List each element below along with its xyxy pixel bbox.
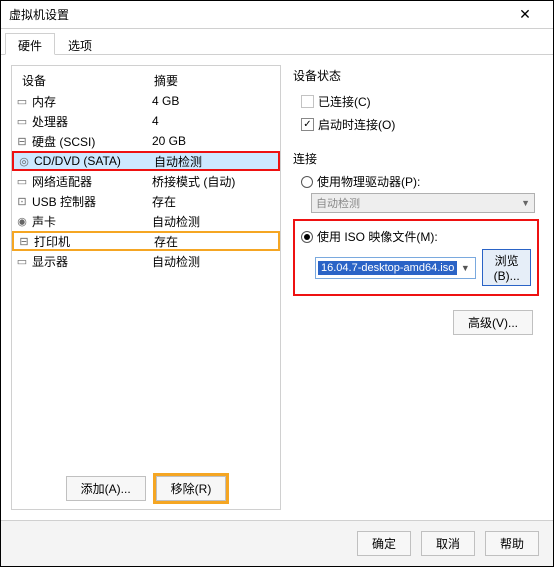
iso-area: 使用 ISO 映像文件(M): 16.04.7-desktop-amd64.is… bbox=[293, 219, 539, 296]
sound-icon: ◉ bbox=[14, 215, 30, 228]
add-button[interactable]: 添加(A)... bbox=[66, 476, 146, 501]
list-item-cddvd[interactable]: ◎ CD/DVD (SATA) 自动检测 bbox=[12, 151, 280, 171]
cancel-button[interactable]: 取消 bbox=[421, 531, 475, 556]
radio-icon bbox=[301, 176, 313, 188]
device-summary: 自动检测 bbox=[152, 213, 278, 230]
device-summary: 存在 bbox=[152, 193, 278, 210]
chevron-down-icon: ▼ bbox=[457, 263, 473, 273]
dialog-body: 设备 摘要 ▭ 内存 4 GB ▭ 处理器 4 ⊟ bbox=[1, 55, 553, 520]
device-name: 内存 bbox=[30, 93, 152, 110]
device-name: 声卡 bbox=[30, 213, 152, 230]
checkbox-icon: ✓ bbox=[301, 118, 314, 131]
add-button-label: 添加(A)... bbox=[81, 482, 131, 496]
device-summary: 20 GB bbox=[152, 134, 278, 148]
hardware-panel: 设备 摘要 ▭ 内存 4 GB ▭ 处理器 4 ⊟ bbox=[11, 65, 281, 510]
connection-group: 连接 使用物理驱动器(P): 自动检测 ▼ 使用 ISO 映像文件(M): bbox=[293, 150, 539, 335]
memory-icon: ▭ bbox=[14, 95, 30, 108]
ok-button[interactable]: 确定 bbox=[357, 531, 411, 556]
hardware-header: 设备 摘要 bbox=[12, 66, 280, 91]
connection-title: 连接 bbox=[293, 150, 539, 167]
disc-icon: ◎ bbox=[16, 155, 32, 168]
radio-icon bbox=[301, 231, 313, 243]
use-physical-row[interactable]: 使用物理驱动器(P): bbox=[301, 173, 539, 190]
list-item[interactable]: ▭ 处理器 4 bbox=[12, 111, 280, 131]
network-icon: ▭ bbox=[14, 175, 30, 188]
titlebar: 虚拟机设置 ✕ bbox=[1, 1, 553, 29]
display-icon: ▭ bbox=[14, 255, 30, 268]
help-button[interactable]: 帮助 bbox=[485, 531, 539, 556]
device-name: 硬盘 (SCSI) bbox=[30, 133, 152, 150]
advanced-button[interactable]: 高级(V)... bbox=[453, 310, 533, 335]
col-summary: 摘要 bbox=[154, 72, 276, 89]
device-name: 网络适配器 bbox=[30, 173, 152, 190]
device-summary: 自动检测 bbox=[152, 253, 278, 270]
list-item[interactable]: ▭ 网络适配器 桥接模式 (自动) bbox=[12, 171, 280, 191]
tab-strip: 硬件 选项 bbox=[1, 29, 553, 55]
device-name: CD/DVD (SATA) bbox=[32, 154, 154, 168]
list-item[interactable]: ▭ 显示器 自动检测 bbox=[12, 251, 280, 271]
tab-options[interactable]: 选项 bbox=[55, 33, 105, 54]
device-summary: 桥接模式 (自动) bbox=[152, 173, 278, 190]
hardware-buttons: 添加(A)... 移除(R) bbox=[12, 468, 280, 509]
connected-label: 已连接(C) bbox=[318, 93, 371, 110]
use-iso-row[interactable]: 使用 ISO 映像文件(M): bbox=[301, 228, 531, 245]
list-item[interactable]: ◉ 声卡 自动检测 bbox=[12, 211, 280, 231]
device-name: 显示器 bbox=[30, 253, 152, 270]
iso-path-dropdown[interactable]: 16.04.7-desktop-amd64.iso ▼ bbox=[315, 257, 476, 279]
connected-row[interactable]: 已连接(C) bbox=[301, 93, 539, 110]
connect-at-power-on-label: 启动时连接(O) bbox=[318, 116, 395, 133]
device-summary: 4 GB bbox=[152, 94, 278, 108]
usb-icon: ⊡ bbox=[14, 195, 30, 208]
device-summary: 存在 bbox=[154, 233, 276, 250]
chevron-down-icon: ▼ bbox=[521, 198, 530, 208]
device-name: 处理器 bbox=[30, 113, 152, 130]
col-device: 设备 bbox=[16, 72, 154, 89]
columns: 设备 摘要 ▭ 内存 4 GB ▭ 处理器 4 ⊟ bbox=[11, 65, 543, 510]
use-physical-label: 使用物理驱动器(P): bbox=[317, 173, 420, 190]
iso-dropdown-row: 16.04.7-desktop-amd64.iso ▼ 浏览(B)... bbox=[315, 249, 531, 286]
list-item[interactable]: ⊟ 硬盘 (SCSI) 20 GB bbox=[12, 131, 280, 151]
browse-button[interactable]: 浏览(B)... bbox=[482, 249, 531, 286]
advanced-row: 高级(V)... bbox=[293, 310, 539, 335]
device-name: 打印机 bbox=[32, 233, 154, 250]
device-status-title: 设备状态 bbox=[293, 67, 539, 84]
connect-at-power-on-row[interactable]: ✓ 启动时连接(O) bbox=[301, 116, 539, 133]
physical-drive-dropdown: 自动检测 ▼ bbox=[311, 193, 535, 213]
tab-hardware[interactable]: 硬件 bbox=[5, 33, 55, 55]
hardware-list[interactable]: ▭ 内存 4 GB ▭ 处理器 4 ⊟ 硬盘 (SCSI) 20 GB bbox=[12, 91, 280, 468]
help-label: 帮助 bbox=[500, 537, 524, 551]
physical-drive-value: 自动检测 bbox=[316, 195, 360, 211]
advanced-label: 高级(V)... bbox=[468, 316, 518, 330]
list-item[interactable]: ⊡ USB 控制器 存在 bbox=[12, 191, 280, 211]
ok-label: 确定 bbox=[372, 537, 396, 551]
window-title: 虚拟机设置 bbox=[9, 6, 505, 23]
device-summary: 自动检测 bbox=[154, 153, 276, 170]
disk-icon: ⊟ bbox=[14, 135, 30, 148]
close-icon[interactable]: ✕ bbox=[505, 2, 545, 28]
printer-icon: ⊟ bbox=[16, 235, 32, 248]
checkbox-icon bbox=[301, 95, 314, 108]
use-iso-label: 使用 ISO 映像文件(M): bbox=[317, 228, 438, 245]
list-item[interactable]: ▭ 内存 4 GB bbox=[12, 91, 280, 111]
list-item-printer[interactable]: ⊟ 打印机 存在 bbox=[12, 231, 280, 251]
dialog-footer: 确定 取消 帮助 bbox=[1, 520, 553, 566]
cancel-label: 取消 bbox=[436, 537, 460, 551]
remove-button-label: 移除(R) bbox=[171, 482, 212, 496]
device-summary: 4 bbox=[152, 114, 278, 128]
radio-dot-icon bbox=[304, 234, 310, 240]
cpu-icon: ▭ bbox=[14, 115, 30, 128]
remove-button[interactable]: 移除(R) bbox=[156, 476, 227, 501]
iso-path-value: 16.04.7-desktop-amd64.iso bbox=[318, 261, 457, 275]
vm-settings-window: 虚拟机设置 ✕ 硬件 选项 设备 摘要 ▭ 内存 4 GB ▭ bbox=[0, 0, 554, 567]
browse-label: 浏览(B)... bbox=[494, 254, 520, 283]
device-name: USB 控制器 bbox=[30, 193, 152, 210]
details-panel: 设备状态 已连接(C) ✓ 启动时连接(O) 连接 使用物理驱动器(P): bbox=[291, 65, 543, 510]
